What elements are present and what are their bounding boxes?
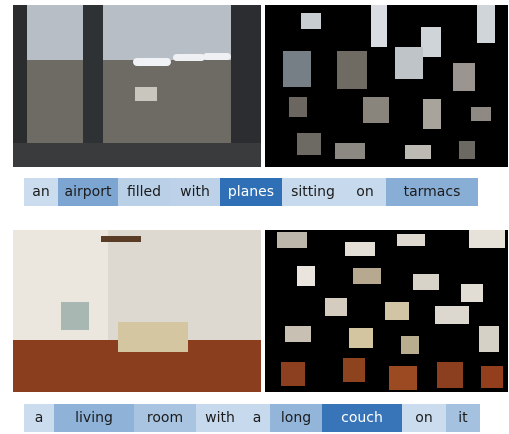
- caption-token: on: [402, 404, 446, 432]
- visible-patch: [335, 143, 365, 159]
- visible-patch: [421, 27, 441, 57]
- visible-patch: [481, 366, 503, 388]
- visible-patch: [397, 234, 425, 246]
- caption-token: a: [24, 404, 54, 432]
- caption-token: living: [54, 404, 134, 432]
- visible-patch: [385, 302, 409, 320]
- caption-token: it: [446, 404, 480, 432]
- visible-patch: [401, 336, 419, 354]
- visible-patch: [405, 145, 431, 159]
- airport-masked-panel: [265, 5, 508, 167]
- visible-patch: [395, 47, 423, 79]
- visible-patch: [281, 362, 305, 386]
- visible-patch: [437, 362, 463, 388]
- visible-patch: [469, 230, 505, 248]
- visible-patch: [363, 97, 389, 123]
- caption-token: couch: [322, 404, 402, 432]
- visible-patch: [297, 266, 315, 286]
- caption-token: on: [344, 178, 386, 206]
- visible-patch: [345, 242, 375, 256]
- window-sill: [13, 143, 261, 167]
- living-room-masked-panel: [265, 230, 508, 392]
- airport-photo: [13, 5, 261, 167]
- visible-patch: [289, 97, 307, 117]
- visible-patch: [479, 326, 499, 352]
- caption-token: room: [134, 404, 196, 432]
- visible-patch: [477, 5, 495, 43]
- visible-patch: [371, 5, 387, 47]
- visible-patch: [283, 51, 311, 87]
- visible-patch: [301, 13, 321, 29]
- caption-token: planes: [220, 178, 282, 206]
- caption-token: tarmacs: [386, 178, 478, 206]
- visible-patch: [459, 141, 475, 159]
- caption-token: long: [270, 404, 322, 432]
- visible-patch: [337, 51, 367, 89]
- visible-patch: [461, 284, 483, 302]
- caption-token: filled: [118, 178, 170, 206]
- visible-patch: [343, 358, 365, 382]
- airport-sky: [13, 5, 261, 60]
- visible-patch: [413, 274, 439, 290]
- caption-token: with: [170, 178, 220, 206]
- visible-patch: [435, 306, 469, 324]
- plane-2: [173, 54, 205, 61]
- visible-patch: [353, 268, 381, 284]
- visible-patch: [325, 298, 347, 316]
- visible-patch: [297, 133, 321, 155]
- visible-patch: [471, 107, 491, 121]
- couch: [118, 322, 188, 352]
- ceiling-fan: [101, 236, 141, 242]
- visible-patch: [453, 63, 475, 91]
- caption-row-1: an airport filled with planes sitting on tarmac…: [24, 178, 478, 206]
- caption-token: a: [244, 404, 270, 432]
- plane-1: [133, 58, 171, 66]
- window: [61, 302, 89, 330]
- living-room-photo: [13, 230, 261, 392]
- visible-patch: [277, 232, 307, 248]
- caption-token: airport: [58, 178, 118, 206]
- visible-patch: [423, 99, 441, 129]
- ground-vehicle: [135, 87, 157, 101]
- visible-patch: [349, 328, 373, 348]
- caption-token: an: [24, 178, 58, 206]
- caption-token: sitting: [282, 178, 344, 206]
- plane-3: [203, 53, 231, 60]
- visible-patch: [389, 366, 417, 390]
- visible-patch: [285, 326, 311, 342]
- caption-row-2: a living room with a long couch on it: [24, 404, 480, 432]
- caption-token: with: [196, 404, 244, 432]
